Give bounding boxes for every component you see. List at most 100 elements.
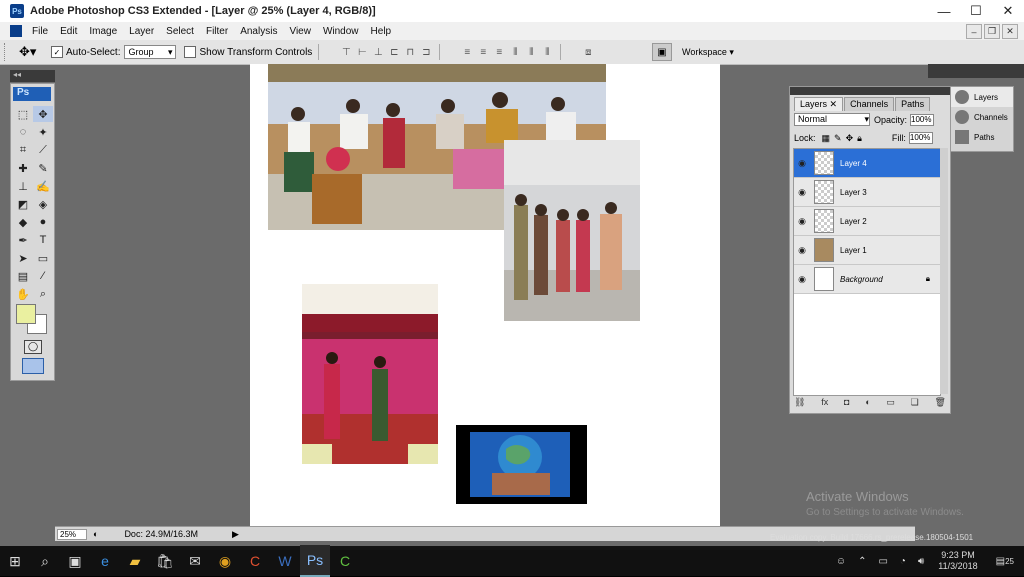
menu-window[interactable]: Window (317, 26, 365, 37)
hand-tool-icon[interactable]: ✋ (13, 286, 33, 302)
pen-tool-icon[interactable]: ✒ (13, 232, 33, 248)
align-bottom-icon[interactable]: ⊥ (371, 45, 385, 59)
volume-icon[interactable]: 🔊︎ (918, 556, 924, 567)
distribute-right-icon[interactable]: ⦀ (540, 45, 554, 59)
distribute-bottom-icon[interactable]: ≡ (492, 45, 506, 59)
mail-icon[interactable]: ✉ (180, 546, 210, 576)
photo-group-hall[interactable] (504, 140, 640, 321)
adjustment-layer-icon[interactable]: ◐ (865, 397, 870, 409)
app-c-icon[interactable]: C (240, 546, 270, 576)
link-layers-icon[interactable]: ⛓ (794, 397, 805, 409)
workspace-button[interactable]: Workspace ▾ (682, 47, 734, 58)
notes-tool-icon[interactable]: ▤ (13, 268, 33, 284)
system-clock[interactable]: 9:23 PM 11/3/2018 (938, 550, 977, 572)
layer-row-layer-1[interactable]: ◉ Layer 1 (794, 236, 940, 265)
options-grip[interactable] (4, 43, 9, 61)
tray-chevron-icon[interactable]: ⌃ (858, 556, 866, 567)
doc-minimize-button[interactable]: – (966, 24, 982, 39)
people-icon[interactable]: ☺ (836, 556, 846, 567)
zoom-tool-icon[interactable]: ⌕ (33, 286, 53, 302)
doc-restore-button[interactable]: ❐ (984, 24, 1000, 39)
lock-transparency-icon[interactable]: ▦ (822, 133, 831, 144)
layer-row-background[interactable]: ◉ Background 🔒︎ (794, 265, 940, 294)
dodge-tool-icon[interactable]: ● (33, 214, 53, 230)
auto-select-option[interactable]: ✓ Auto-Select: (51, 46, 120, 58)
align-vcenter-icon[interactable]: ⊢ (355, 45, 369, 59)
screen-mode-icon[interactable] (22, 358, 44, 374)
notifications-icon[interactable]: ▤25 (996, 556, 1014, 567)
eraser-tool-icon[interactable]: ◩ (13, 196, 33, 212)
opacity-field[interactable]: 100% (910, 113, 935, 126)
layer-row-layer-4[interactable]: ◉ Layer 4 (794, 149, 940, 178)
fill-field[interactable]: 100% (908, 132, 933, 144)
task-view-icon[interactable]: ▣ (60, 546, 90, 576)
shape-tool-icon[interactable]: ▭ (33, 250, 53, 266)
visibility-eye-icon[interactable]: ◉ (794, 245, 810, 256)
layer-mask-icon[interactable]: ◘ (844, 397, 849, 409)
doc-close-button[interactable]: ✕ (1002, 24, 1018, 39)
type-tool-icon[interactable]: T (33, 232, 53, 248)
align-hcenter-icon[interactable]: ⊓ (403, 45, 417, 59)
tab-paths[interactable]: Paths (895, 97, 931, 111)
menu-select[interactable]: Select (160, 26, 200, 37)
menu-analysis[interactable]: Analysis (234, 26, 283, 37)
move-tool-preset-icon[interactable]: ✥▾ (19, 43, 43, 61)
align-top-icon[interactable]: ⊤ (339, 45, 353, 59)
menu-edit[interactable]: Edit (54, 26, 83, 37)
tab-channels[interactable]: Channels (844, 97, 895, 111)
path-selection-icon[interactable]: ➤ (13, 250, 33, 266)
history-brush-icon[interactable]: ✍ (33, 178, 53, 194)
layer-row-layer-2[interactable]: ◉ Layer 2 (794, 207, 940, 236)
visibility-eye-icon[interactable]: ◉ (794, 216, 810, 227)
maximize-button[interactable]: ☐ (960, 0, 992, 22)
delete-layer-icon[interactable]: 🗑︎ (935, 397, 946, 409)
start-button[interactable]: ⊞ (0, 546, 30, 576)
status-menu-icon[interactable]: ◐ (93, 529, 98, 539)
dock-channels[interactable]: Channels (951, 107, 1013, 127)
lock-all-icon[interactable]: 🔒︎ (857, 133, 862, 144)
marquee-tool-icon[interactable]: ⬚ (13, 106, 33, 122)
document-icon[interactable] (10, 25, 22, 37)
lock-pixels-icon[interactable]: ✎ (834, 133, 842, 144)
status-arrow-icon[interactable]: ▶ (232, 529, 239, 540)
network-icon[interactable]: ◔ (900, 556, 906, 567)
brush-tool-icon[interactable]: ✎ (33, 160, 53, 176)
app-green-icon[interactable]: C (330, 546, 360, 576)
chrome-icon[interactable]: ◉ (210, 546, 240, 576)
distribute-vcenter-icon[interactable]: ≡ (476, 45, 490, 59)
slice-tool-icon[interactable]: ⟋ (33, 142, 53, 158)
menu-image[interactable]: Image (83, 26, 123, 37)
menu-help[interactable]: Help (365, 26, 398, 37)
distribute-left-icon[interactable]: ⦀ (508, 45, 522, 59)
photo-globe-hands[interactable] (456, 425, 587, 504)
blend-mode-dropdown[interactable]: Normal ▾ (794, 113, 870, 126)
align-left-icon[interactable]: ⊏ (387, 45, 401, 59)
layer-style-icon[interactable]: fx (821, 397, 828, 409)
menu-view[interactable]: View (283, 26, 317, 37)
foreground-color-swatch[interactable] (16, 304, 36, 324)
minimize-button[interactable]: — (928, 0, 960, 22)
crop-tool-icon[interactable]: ⌗ (13, 142, 33, 158)
clone-stamp-icon[interactable]: ⊥ (13, 178, 33, 194)
paint-bucket-icon[interactable]: ◈ (33, 196, 53, 212)
layers-panel-header[interactable] (790, 87, 950, 95)
healing-brush-icon[interactable]: ✚ (13, 160, 33, 176)
move-tool-icon[interactable]: ✥ (33, 106, 53, 122)
bridge-icon[interactable]: ▣ (652, 43, 672, 61)
auto-select-checkbox[interactable]: ✓ (51, 46, 63, 58)
edge-icon[interactable]: e (90, 546, 120, 576)
lasso-tool-icon[interactable]: ◌ (13, 124, 33, 140)
visibility-eye-icon[interactable]: ◉ (794, 158, 810, 169)
close-button[interactable]: ✕ (992, 0, 1024, 22)
transform-controls-option[interactable]: Show Transform Controls (184, 46, 312, 58)
photoshop-taskbar-icon[interactable]: Ps (300, 545, 330, 577)
dock-paths[interactable]: Paths (951, 127, 1013, 147)
toolbox-header[interactable]: ◂◂ (10, 70, 55, 82)
menu-layer[interactable]: Layer (123, 26, 160, 37)
align-right-icon[interactable]: ⊐ (419, 45, 433, 59)
quick-mask-icon[interactable]: ◯ (24, 340, 42, 354)
menu-file[interactable]: File (26, 26, 54, 37)
layers-scrollbar[interactable] (940, 148, 948, 394)
distribute-top-icon[interactable]: ≡ (460, 45, 474, 59)
visibility-eye-icon[interactable]: ◉ (794, 187, 810, 198)
